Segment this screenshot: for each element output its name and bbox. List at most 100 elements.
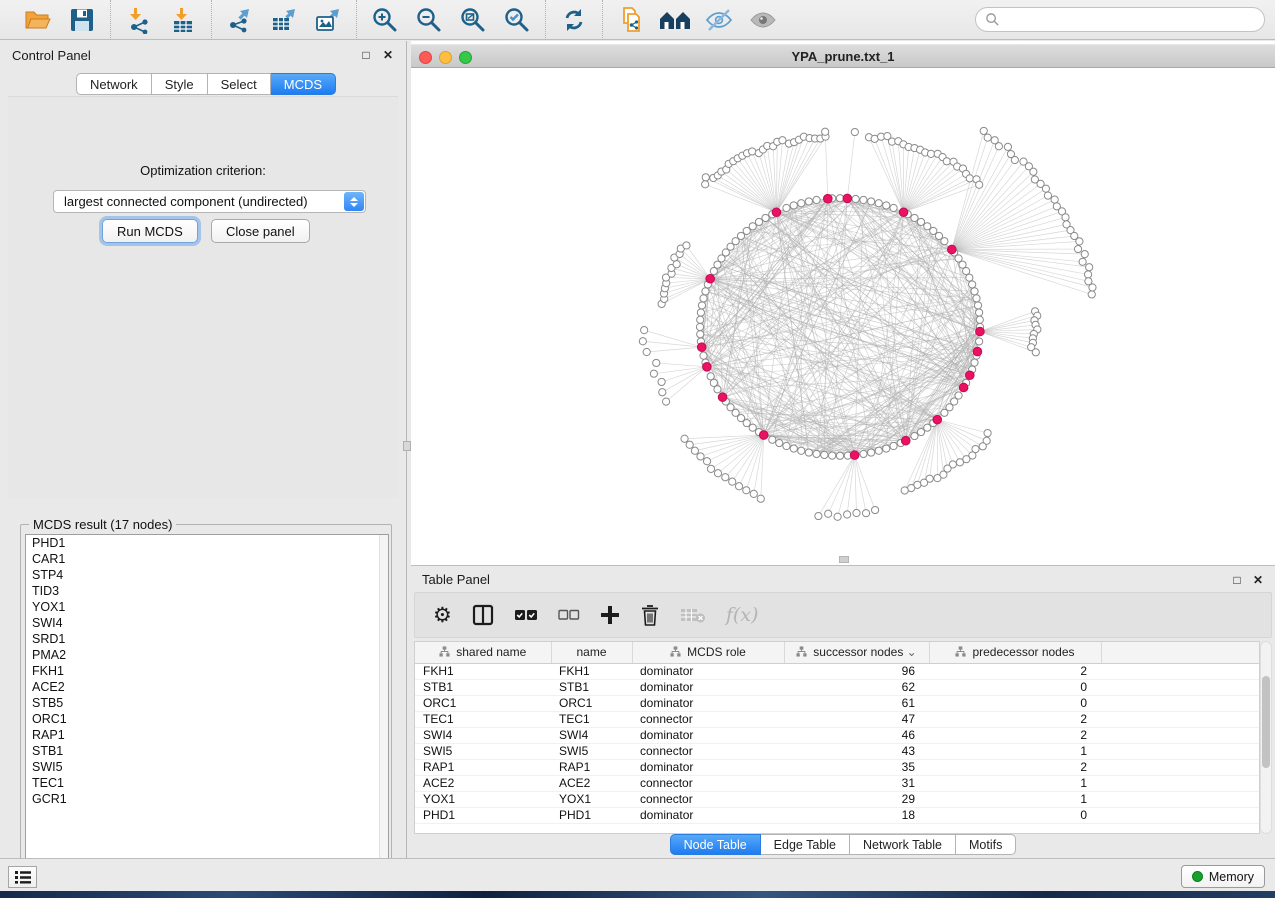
run-mcds-button[interactable]: Run MCDS bbox=[102, 219, 198, 243]
table-row[interactable]: PHD1PHD1dominator180 bbox=[415, 807, 1260, 823]
float-table-panel-icon[interactable]: □ bbox=[1229, 573, 1245, 587]
table-cell[interactable]: 2 bbox=[929, 727, 1101, 743]
column-header-empty[interactable] bbox=[1101, 642, 1260, 663]
table-cell[interactable]: 31 bbox=[784, 775, 929, 791]
mcds-result-item[interactable]: GCR1 bbox=[26, 791, 388, 807]
mcds-result-item[interactable]: PMA2 bbox=[26, 647, 388, 663]
table-cell[interactable]: dominator bbox=[632, 695, 784, 711]
table-row[interactable]: ACE2ACE2connector311 bbox=[415, 775, 1260, 791]
tab-mcds[interactable]: MCDS bbox=[271, 73, 336, 95]
table-cell[interactable]: 35 bbox=[784, 759, 929, 775]
table-cell[interactable] bbox=[1101, 679, 1260, 695]
refresh-button[interactable] bbox=[552, 3, 596, 37]
table-row[interactable]: SWI5SWI5connector431 bbox=[415, 743, 1260, 759]
table-cell[interactable]: 61 bbox=[784, 695, 929, 711]
table-cell[interactable]: STB1 bbox=[415, 679, 551, 695]
mcds-result-item[interactable]: SWI5 bbox=[26, 759, 388, 775]
import-network-button[interactable] bbox=[117, 3, 161, 37]
table-row[interactable]: ORC1ORC1dominator610 bbox=[415, 695, 1260, 711]
table-cell[interactable]: PHD1 bbox=[415, 807, 551, 823]
mcds-result-item[interactable]: RAP1 bbox=[26, 727, 388, 743]
memory-button[interactable]: Memory bbox=[1181, 865, 1265, 888]
tab-style[interactable]: Style bbox=[152, 73, 208, 95]
table-tab-edge-table[interactable]: Edge Table bbox=[761, 834, 850, 855]
mcds-result-item[interactable]: SRD1 bbox=[26, 631, 388, 647]
table-cell[interactable]: 1 bbox=[929, 775, 1101, 791]
tab-network[interactable]: Network bbox=[76, 73, 152, 95]
splitter-grip[interactable] bbox=[403, 441, 411, 451]
column-header-successor-nodes[interactable]: successor nodes ⌄ bbox=[784, 642, 929, 663]
table-cell[interactable]: 46 bbox=[784, 727, 929, 743]
network-titlebar[interactable]: YPA_prune.txt_1 bbox=[411, 44, 1275, 68]
zoom-fit-button[interactable] bbox=[451, 3, 495, 37]
table-cell[interactable]: ORC1 bbox=[415, 695, 551, 711]
mcds-result-list[interactable]: PHD1CAR1STP4TID3YOX1SWI4SRD1PMA2FKH1ACE2… bbox=[25, 534, 389, 889]
table-cell[interactable]: ACE2 bbox=[415, 775, 551, 791]
table-scrollbar[interactable] bbox=[1260, 641, 1272, 834]
mcds-result-item[interactable]: STB5 bbox=[26, 695, 388, 711]
table-cell[interactable]: 96 bbox=[784, 663, 929, 679]
column-header-predecessor-nodes[interactable]: predecessor nodes bbox=[929, 642, 1101, 663]
table-row[interactable]: STB1STB1dominator620 bbox=[415, 679, 1260, 695]
network-graph[interactable] bbox=[411, 69, 1275, 565]
table-cell[interactable]: 62 bbox=[784, 679, 929, 695]
table-tab-node-table[interactable]: Node Table bbox=[670, 834, 761, 855]
table-cell[interactable]: 2 bbox=[929, 711, 1101, 727]
table-cell[interactable]: YOX1 bbox=[415, 791, 551, 807]
column-header-name[interactable]: name bbox=[551, 642, 632, 663]
tab-select[interactable]: Select bbox=[208, 73, 271, 95]
mcds-result-item[interactable]: SWI4 bbox=[26, 615, 388, 631]
mcds-result-item[interactable]: YOX1 bbox=[26, 599, 388, 615]
table-cell[interactable]: ACE2 bbox=[551, 775, 632, 791]
clone-network-button[interactable] bbox=[609, 3, 653, 37]
table-row[interactable]: FKH1FKH1dominator962 bbox=[415, 663, 1260, 679]
mcds-result-item[interactable]: TID3 bbox=[26, 583, 388, 599]
table-cell[interactable]: 0 bbox=[929, 695, 1101, 711]
table-cell[interactable]: FKH1 bbox=[551, 663, 632, 679]
table-cell[interactable]: SWI4 bbox=[415, 727, 551, 743]
table-cell[interactable]: 18 bbox=[784, 807, 929, 823]
table-cell[interactable]: dominator bbox=[632, 663, 784, 679]
table-cell[interactable] bbox=[1101, 807, 1260, 823]
table-tab-network-table[interactable]: Network Table bbox=[850, 834, 956, 855]
table-cell[interactable]: 1 bbox=[929, 791, 1101, 807]
table-cell[interactable]: ORC1 bbox=[551, 695, 632, 711]
table-cell[interactable]: STB1 bbox=[551, 679, 632, 695]
table-cell[interactable]: 2 bbox=[929, 759, 1101, 775]
table-cell[interactable]: connector bbox=[632, 775, 784, 791]
mcds-result-item[interactable]: CAR1 bbox=[26, 551, 388, 567]
save-session-button[interactable] bbox=[60, 3, 104, 37]
table-cell[interactable]: 1 bbox=[929, 743, 1101, 759]
table-cell[interactable]: 29 bbox=[784, 791, 929, 807]
import-table-button[interactable] bbox=[161, 3, 205, 37]
search-input[interactable] bbox=[1000, 13, 1255, 27]
table-cell[interactable] bbox=[1101, 775, 1260, 791]
table-cell[interactable]: 43 bbox=[784, 743, 929, 759]
show-all-button[interactable] bbox=[741, 3, 785, 37]
table-scrollbar-thumb[interactable] bbox=[1262, 676, 1270, 768]
table-cell[interactable] bbox=[1101, 791, 1260, 807]
network-resize-grip[interactable] bbox=[839, 556, 849, 563]
network-canvas[interactable] bbox=[411, 69, 1275, 565]
table-cell[interactable]: 47 bbox=[784, 711, 929, 727]
float-panel-icon[interactable]: □ bbox=[358, 48, 374, 62]
search-box[interactable] bbox=[975, 7, 1265, 32]
table-cell[interactable]: TEC1 bbox=[415, 711, 551, 727]
close-panel-button[interactable]: Close panel bbox=[211, 219, 310, 243]
deselect-all-button[interactable] bbox=[558, 600, 580, 630]
table-cell[interactable]: 2 bbox=[929, 663, 1101, 679]
table-cell[interactable] bbox=[1101, 695, 1260, 711]
table-cell[interactable]: dominator bbox=[632, 759, 784, 775]
export-image-button[interactable] bbox=[306, 3, 350, 37]
table-cell[interactable]: RAP1 bbox=[551, 759, 632, 775]
zoom-selected-button[interactable] bbox=[495, 3, 539, 37]
table-cell[interactable]: connector bbox=[632, 711, 784, 727]
table-row[interactable]: SWI4SWI4dominator462 bbox=[415, 727, 1260, 743]
mcds-result-item[interactable]: ORC1 bbox=[26, 711, 388, 727]
table-cell[interactable]: dominator bbox=[632, 807, 784, 823]
show-columns-button[interactable] bbox=[472, 600, 494, 630]
table-cell[interactable] bbox=[1101, 663, 1260, 679]
table-cell[interactable]: connector bbox=[632, 743, 784, 759]
table-options-button[interactable]: ⚙ bbox=[433, 600, 452, 630]
table-cell[interactable]: SWI5 bbox=[415, 743, 551, 759]
